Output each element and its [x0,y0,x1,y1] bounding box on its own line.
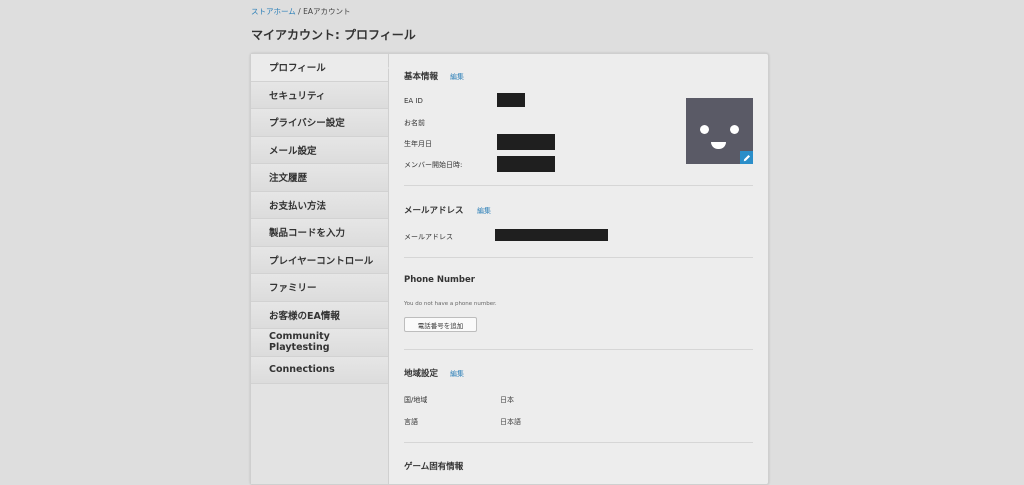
dob-label: 生年月日 [404,140,432,148]
phone-section-title: Phone Number [404,275,475,285]
sidebar-item-order-history[interactable]: 注文履歴 [251,164,388,192]
sidebar-item-label: お客様のEA情報 [269,310,340,322]
country-value: 日本 [500,396,514,404]
member-since-redacted [497,156,555,172]
sidebar-item-player-controls[interactable]: プレイヤーコントロール [251,246,388,274]
sidebar-item-privacy[interactable]: プライバシー設定 [251,109,388,137]
region-edit-link[interactable]: 編集 [450,369,464,379]
ea-id-redacted [497,93,525,107]
sidebar-item-connections[interactable]: Connections [251,356,388,384]
breadcrumb-separator: / [295,7,304,16]
region-section-title: 地域設定 [404,369,439,379]
section-divider [404,257,753,258]
ea-id-label: EA ID [404,97,423,105]
sidebar-item-label: 注文履歴 [269,173,308,185]
dob-redacted [497,134,555,150]
sidebar-item-label: お支払い方法 [269,200,327,212]
sidebar: プロフィール セキュリティ プライバシー設定 メール設定 注文履歴 お支払い方法… [251,54,396,484]
sidebar-item-label: セキュリティ [269,90,326,102]
sidebar-item-your-ea-data[interactable]: お客様のEA情報 [251,301,388,329]
sidebar-item-profile[interactable]: プロフィール [251,54,396,82]
avatar-edit-button[interactable] [740,151,753,164]
avatar [686,98,753,164]
sidebar-item-label: ファミリー [269,283,317,295]
breadcrumb-home-link[interactable]: ストアホーム [251,7,296,16]
member-since-label: メンバー開始日時: [404,161,463,169]
sidebar-item-label: Connections [269,364,335,376]
avatar-right-eye [730,125,739,134]
account-panel: プロフィール セキュリティ プライバシー設定 メール設定 注文履歴 お支払い方法… [250,53,769,485]
avatar-left-eye [700,125,709,134]
section-divider [404,349,753,350]
email-edit-link[interactable]: 編集 [477,206,491,216]
sidebar-item-label: Community Playtesting [269,331,330,354]
sidebar-item-redeem-code[interactable]: 製品コードを入力 [251,219,388,247]
sidebar-item-label: プレイヤーコントロール [269,255,374,267]
section-divider [404,185,753,186]
name-label: お名前 [404,119,425,127]
sidebar-item-label: プライバシー設定 [269,118,345,130]
breadcrumb: ストアホーム / EAアカウント [251,6,350,17]
sidebar-item-payment[interactable]: お支払い方法 [251,191,388,219]
sidebar-item-label: 製品コードを入力 [269,228,346,240]
sidebar-item-security[interactable]: セキュリティ [251,81,388,109]
page-title: マイアカウント: プロフィール [251,28,416,42]
email-redacted [495,229,608,241]
basic-info-edit-link[interactable]: 編集 [450,72,464,82]
email-section-title: メールアドレス [404,206,464,216]
basic-info-title: 基本情報 [404,72,439,82]
sidebar-item-email-settings[interactable]: メール設定 [251,136,388,164]
section-divider [404,442,753,443]
add-phone-button[interactable]: 電話番号を追加 [404,317,477,332]
sidebar-item-family[interactable]: ファミリー [251,274,388,302]
phone-note: You do not have a phone number. [404,301,497,307]
sidebar-item-label: メール設定 [269,145,317,157]
language-label: 言語 [404,418,418,426]
pencil-icon [743,154,750,161]
sidebar-item-label: プロフィール [269,63,326,75]
email-label: メールアドレス [404,233,453,241]
sidebar-item-community-playtesting[interactable]: Community Playtesting [251,329,388,357]
language-value: 日本語 [500,418,521,426]
country-label: 国/地域 [404,396,428,404]
game-section-title: ゲーム固有情報 [404,462,464,472]
avatar-mouth [711,142,726,149]
breadcrumb-current: EAアカウント [303,7,351,16]
